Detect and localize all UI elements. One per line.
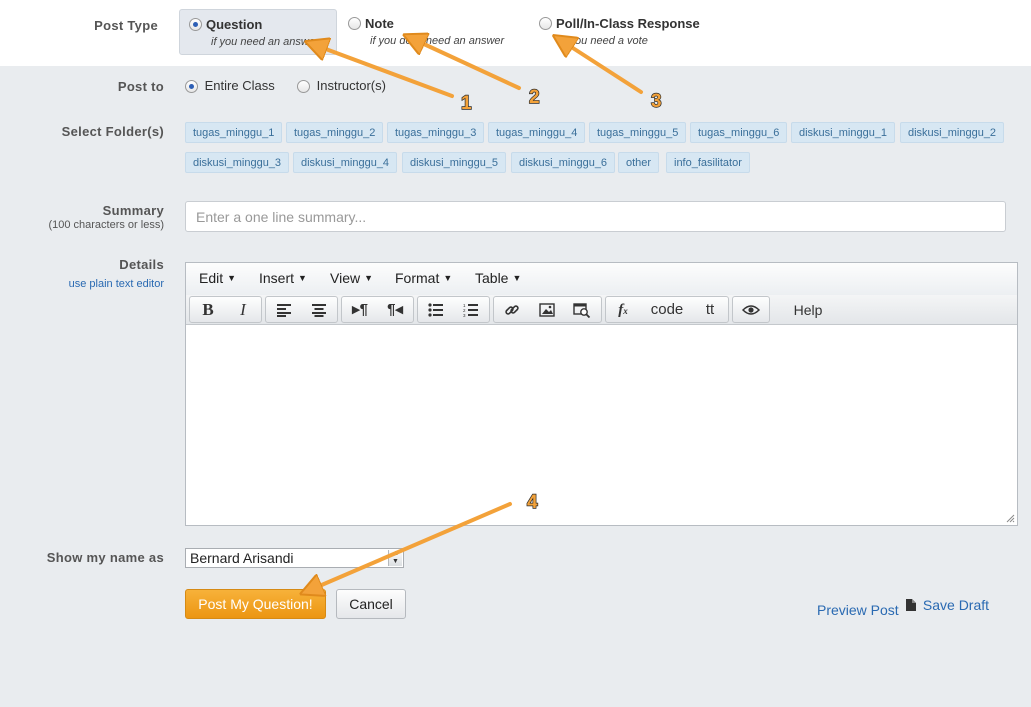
- annotation-label-3: 3: [651, 91, 662, 112]
- annotation-label-4: 4: [527, 492, 538, 513]
- annotation-arrow-2: 2: [413, 39, 540, 109]
- annotation-label-1: 1: [461, 93, 472, 114]
- annotation-arrow-3: 3: [562, 41, 662, 113]
- annotation-label-2: 2: [529, 87, 540, 108]
- annotation-overlay: 1 2 3 4: [0, 0, 662, 707]
- annotation-arrow-4: 4: [310, 491, 539, 590]
